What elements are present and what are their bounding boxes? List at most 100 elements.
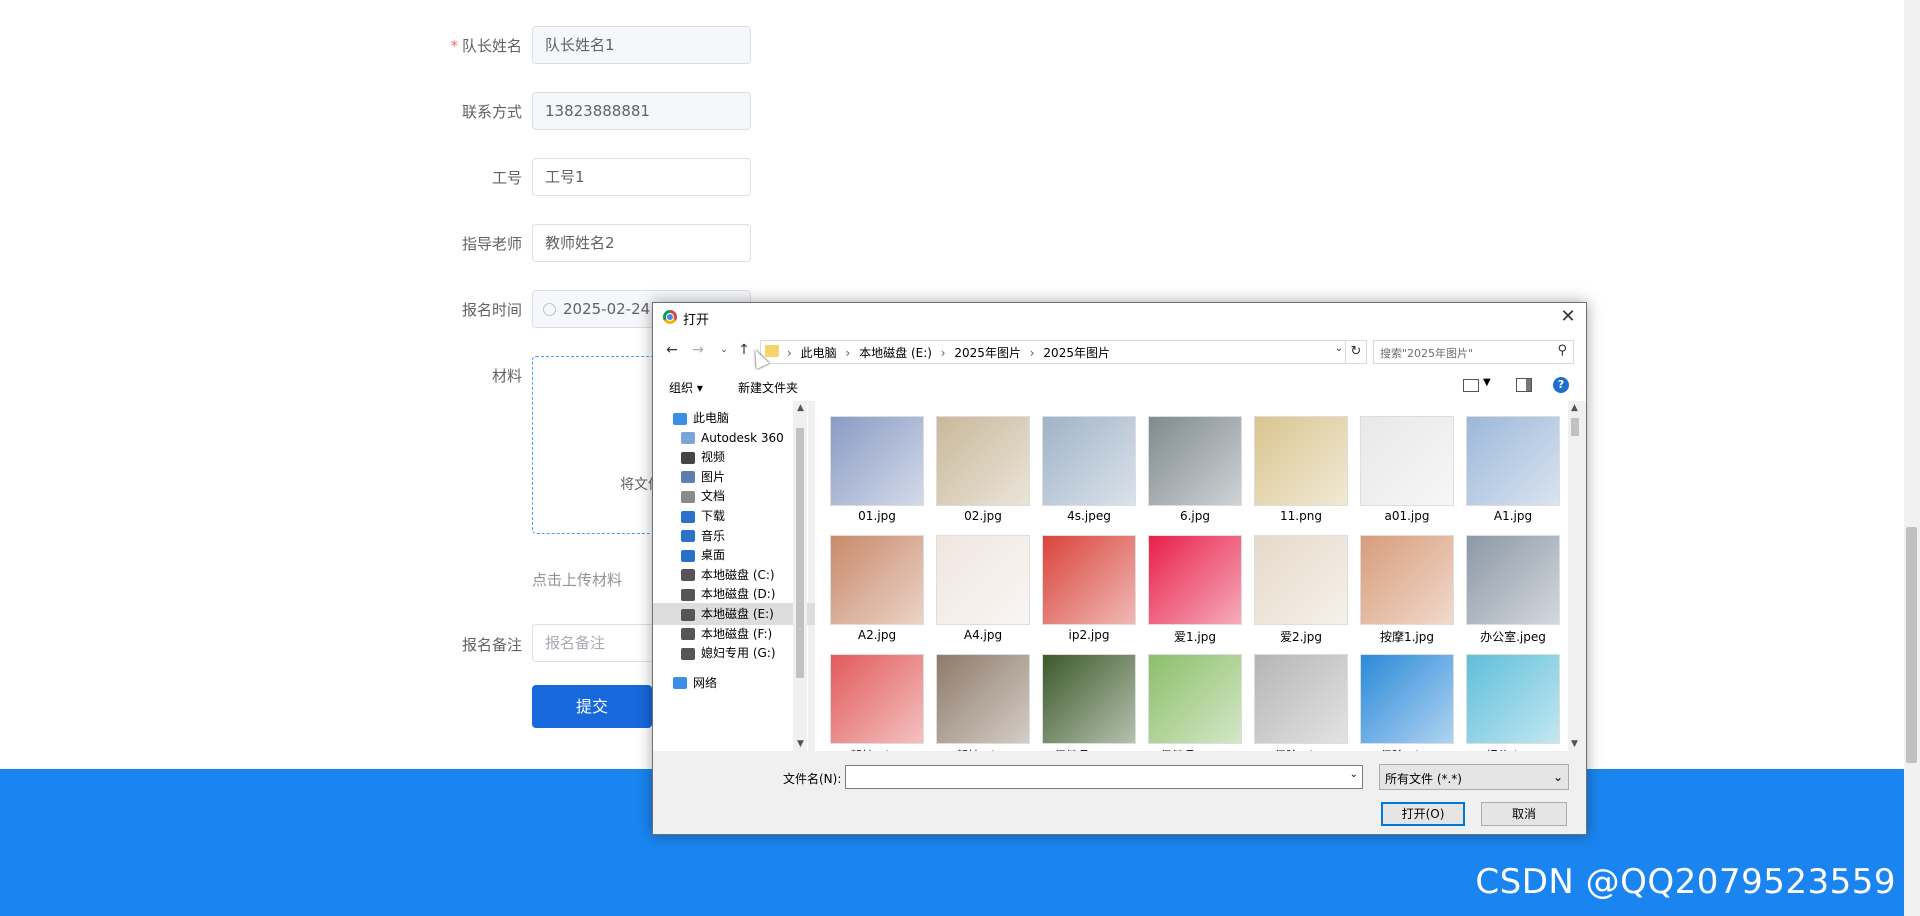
view-dropdown-icon[interactable]: ▼	[1483, 377, 1491, 388]
folder-icon	[765, 345, 779, 357]
back-icon[interactable]: ←	[663, 341, 681, 359]
staff-id-input[interactable]: 工号1	[532, 158, 751, 196]
file-thumbnail	[1467, 655, 1559, 743]
file-item[interactable]: a01.jpg	[1361, 409, 1453, 523]
material-label: 材料	[491, 367, 522, 385]
file-item[interactable]: 帮扶6.jpg	[937, 647, 1029, 751]
submit-button[interactable]: 提交	[532, 685, 652, 728]
file-item[interactable]: 按摩1.jpg	[1361, 528, 1453, 644]
contact-label: 联系方式	[461, 103, 522, 121]
drive-icon	[681, 569, 695, 582]
view-icon[interactable]	[1463, 379, 1479, 392]
file-name: 保险2.jpg	[1351, 747, 1463, 751]
pc-icon	[673, 412, 687, 425]
address-bar[interactable]: › 此电脑 › 本地磁盘 (E:) › 2025年图片 › 2025年图片 ⌄	[760, 340, 1346, 364]
file-name: A2.jpg	[857, 628, 897, 642]
file-item[interactable]: 保险1.jpg	[1255, 647, 1347, 751]
refresh-icon[interactable]: ↻	[1345, 340, 1367, 364]
file-item[interactable]: A1.jpg	[1467, 409, 1559, 523]
file-item[interactable]: 爱2.jpg	[1255, 528, 1347, 644]
tree-item-label: 媳妇专用 (G:)	[701, 646, 776, 661]
filename-dropdown-icon[interactable]: ⌄	[1350, 769, 1358, 780]
file-name: 按摩1.jpg	[1379, 630, 1435, 644]
file-item[interactable]: 办公室.jpeg	[1467, 528, 1559, 644]
contact-input[interactable]: 13823888881	[532, 92, 751, 130]
breadcrumb-item[interactable]: 2025年图片	[1043, 346, 1110, 360]
file-name: 报修.jpeg	[1457, 747, 1569, 751]
tree-scroll-up-icon[interactable]: ▲	[797, 403, 804, 413]
files-scrollbar[interactable]	[1568, 401, 1582, 751]
upload-hint[interactable]: 点击上传材料	[532, 569, 622, 590]
file-name: 保险1.jpg	[1245, 747, 1357, 751]
teacher-input[interactable]: 教师姓名2	[532, 224, 751, 262]
file-item[interactable]: 6.jpg	[1149, 409, 1241, 523]
file-name: A4.jpg	[963, 628, 1003, 642]
file-item[interactable]: ip2.jpg	[1043, 528, 1135, 642]
drive-icon	[681, 608, 695, 621]
file-name: ip2.jpg	[1068, 628, 1110, 642]
breadcrumb-item[interactable]: 本地磁盘 (E:)	[859, 346, 932, 360]
breadcrumb-item[interactable]: 2025年图片	[954, 346, 1021, 360]
file-name: 01.jpg	[858, 509, 896, 523]
file-item[interactable]: 01.jpg	[831, 409, 923, 523]
breadcrumb-item[interactable]: 此电脑	[801, 346, 837, 360]
file-thumbnail	[937, 536, 1029, 624]
desktop-icon	[681, 549, 695, 562]
filename-input[interactable]: ⌄	[845, 765, 1363, 789]
tree-item[interactable]: 网络	[653, 672, 811, 694]
file-item[interactable]: 爱1.jpg	[1149, 528, 1241, 644]
page-scrollbar[interactable]	[1904, 0, 1920, 916]
page-scroll-thumb[interactable]	[1906, 527, 1917, 763]
search-icon: ⚲	[1557, 343, 1567, 358]
tree-scroll-down-icon[interactable]: ▼	[797, 739, 804, 749]
video-icon	[681, 451, 695, 464]
file-thumbnail	[831, 417, 923, 505]
file-thumbnail	[937, 417, 1029, 505]
files-scroll-thumb[interactable]	[1571, 418, 1579, 436]
file-thumbnail	[1043, 536, 1135, 624]
close-icon[interactable]: ✕	[1556, 305, 1580, 329]
file-item[interactable]: A2.jpg	[831, 528, 923, 642]
help-icon[interactable]: ?	[1553, 377, 1569, 393]
preview-pane-icon[interactable]	[1516, 378, 1532, 392]
file-thumbnail	[1149, 536, 1241, 624]
file-name: 帮扶6.jpg	[927, 747, 1039, 751]
search-placeholder: 搜索"2025年图片"	[1380, 347, 1474, 360]
tree-item-label: 文档	[701, 489, 726, 504]
file-item[interactable]: A4.jpg	[937, 528, 1029, 642]
captain-name-input[interactable]: 队长姓名1	[532, 26, 751, 64]
chrome-icon	[663, 310, 677, 324]
tree-item-label: 视频	[701, 450, 726, 465]
watermark: CSDN @QQ2079523559	[1475, 862, 1896, 902]
files-scroll-down-icon[interactable]: ▼	[1571, 739, 1578, 749]
recent-dropdown-icon[interactable]: ⌄	[715, 341, 733, 359]
file-thumbnail	[1361, 417, 1453, 505]
file-item[interactable]: 报修.jpeg	[1467, 647, 1559, 751]
filetype-value: 所有文件 (*.*)	[1385, 772, 1462, 786]
file-name: 保健品2.png	[1139, 747, 1251, 751]
new-folder-button[interactable]: 新建文件夹	[738, 379, 798, 396]
file-thumbnail	[1361, 536, 1453, 624]
filetype-select[interactable]: 所有文件 (*.*) ⌄	[1379, 764, 1569, 790]
navigation-bar: ← → ⌄ ↑ › 此电脑 › 本地磁盘 (E:) › 2025年图片 › 20…	[653, 331, 1586, 371]
organize-button[interactable]: 组织 ▾	[669, 379, 703, 396]
file-item[interactable]: 帮扶1.jpg	[831, 647, 923, 751]
files-scroll-up-icon[interactable]: ▲	[1571, 403, 1578, 413]
file-name: A1.jpg	[1493, 509, 1533, 523]
tree-item-label: 本地磁盘 (E:)	[701, 607, 774, 621]
file-name: 保健品1.png	[1033, 747, 1145, 751]
file-item[interactable]: 11.png	[1255, 409, 1347, 523]
cancel-button[interactable]: 取消	[1481, 802, 1567, 826]
forward-icon[interactable]: →	[689, 341, 707, 359]
tree-item-label: 音乐	[701, 528, 726, 543]
file-item[interactable]: 保健品1.png	[1043, 647, 1135, 751]
search-box[interactable]: 搜索"2025年图片" ⚲	[1373, 340, 1574, 364]
file-item[interactable]: 02.jpg	[937, 409, 1029, 523]
file-item[interactable]: 保险2.jpg	[1361, 647, 1453, 751]
tree-scroll-thumb[interactable]	[796, 428, 804, 678]
remark-label: 报名备注	[461, 636, 522, 654]
file-item[interactable]: 4s.jpeg	[1043, 409, 1135, 523]
register-time-label: 报名时间	[461, 301, 522, 319]
file-item[interactable]: 保健品2.png	[1149, 647, 1241, 751]
open-button[interactable]: 打开(O)	[1381, 802, 1465, 826]
